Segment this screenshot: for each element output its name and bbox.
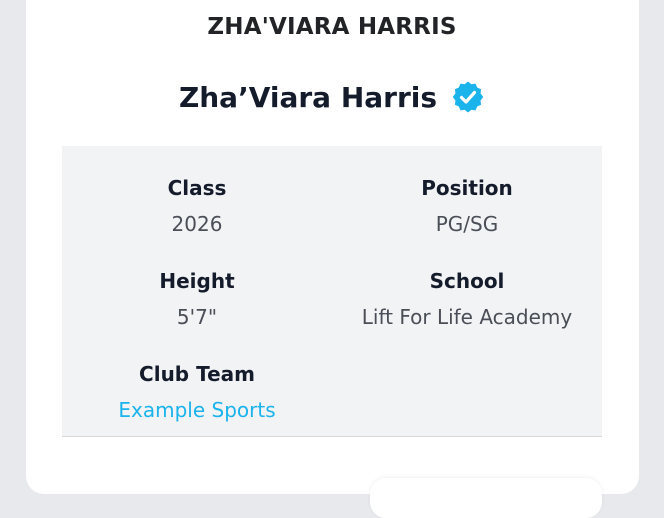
school-field: School Lift For Life Academy [332,269,602,329]
club-team-field: Club Team Example Sports [62,362,332,422]
height-field: Height 5'7" [62,269,332,329]
banner-player-name: ZHA'VIARA HARRIS [207,14,457,40]
height-label: Height [159,269,235,293]
verified-badge-icon [451,80,485,114]
player-name: Zha’Viara Harris [178,80,438,114]
position-value: PG/SG [435,212,499,236]
bottom-card [370,478,602,518]
class-label: Class [167,176,227,200]
school-value: Lift For Life Academy [361,305,573,329]
position-field: Position PG/SG [332,176,602,236]
class-value: 2026 [171,212,223,236]
height-value: 5'7" [176,305,218,329]
player-details-panel: Class 2026 Position PG/SG Height 5'7" Sc… [62,146,602,437]
position-label: Position [421,176,513,200]
class-field: Class 2026 [62,176,332,236]
school-label: School [429,269,505,293]
club-team-link[interactable]: Example Sports [62,398,332,422]
player-name-row: Zha’Viara Harris [0,80,664,114]
club-team-label: Club Team [139,362,255,386]
